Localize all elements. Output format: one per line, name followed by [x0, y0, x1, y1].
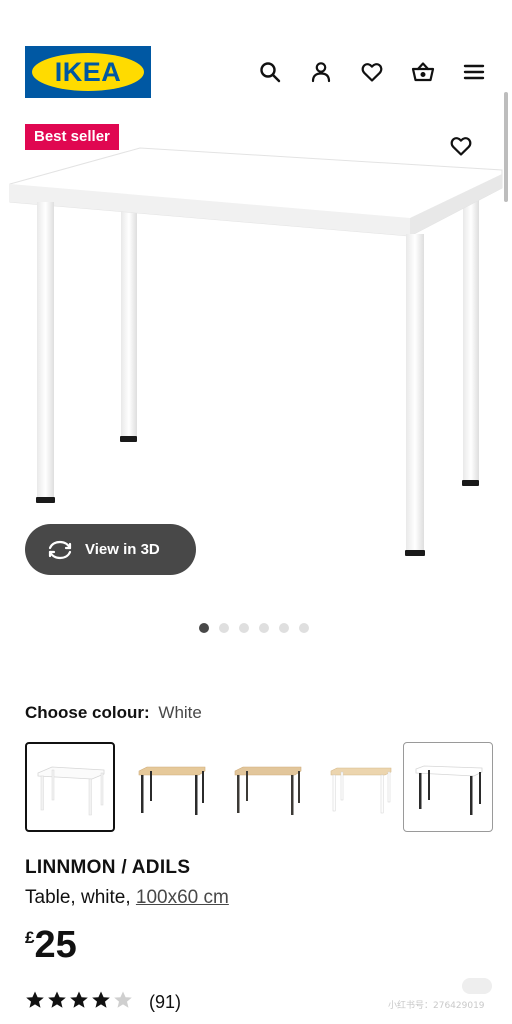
product-desc-text: Table, white, — [25, 887, 131, 908]
choose-colour-label: Choose colour: — [25, 703, 150, 722]
carousel-dot[interactable] — [279, 623, 289, 633]
view-in-3d-button[interactable]: View in 3D — [25, 524, 196, 575]
choose-colour-line: Choose colour: White — [25, 703, 202, 723]
product-name: LINNMON / ADILS — [25, 857, 191, 878]
search-icon[interactable] — [256, 58, 284, 86]
carousel-dots — [199, 623, 309, 633]
watermark-bubble — [462, 978, 492, 994]
product-description: Table, white, 100x60 cm — [25, 887, 229, 909]
header: IKEA — [0, 0, 512, 110]
price-value: 25 — [34, 924, 77, 966]
view-in-3d-label: View in 3D — [85, 541, 160, 558]
swatch-white-white[interactable] — [25, 742, 115, 832]
carousel-dot[interactable] — [259, 623, 269, 633]
rating-stars — [25, 990, 137, 1015]
rating-count: (91) — [149, 992, 182, 1012]
carousel-dot[interactable] — [239, 623, 249, 633]
favourite-heart-icon[interactable] — [447, 132, 475, 160]
price-currency: £ — [25, 928, 35, 947]
swatch-oak-black[interactable] — [126, 742, 216, 832]
best-seller-badge: Best seller — [25, 124, 119, 150]
swatch-white-black[interactable] — [403, 742, 493, 832]
star-rating-icon — [26, 991, 132, 1008]
product-size-link[interactable]: 100x60 cm — [136, 887, 229, 908]
logo-oval: IKEA — [32, 53, 144, 91]
colour-swatches — [25, 742, 512, 832]
rating[interactable]: (91) — [25, 990, 181, 1015]
carousel-dot[interactable] — [299, 623, 309, 633]
carousel-dot[interactable] — [219, 623, 229, 633]
menu-icon[interactable] — [460, 58, 488, 86]
basket-icon[interactable] — [409, 58, 437, 86]
logo-text: IKEA — [54, 56, 122, 87]
swatch-oak-dark[interactable] — [222, 742, 312, 832]
product-image-table — [9, 147, 503, 556]
account-icon[interactable] — [307, 58, 335, 86]
swatch-oak-white[interactable] — [316, 742, 406, 832]
watermark: 小红书号：276429019 — [388, 1001, 485, 1011]
ikea-logo[interactable]: IKEA — [25, 46, 151, 98]
heart-icon[interactable] — [358, 58, 386, 86]
price: £ 25 — [25, 924, 77, 966]
rotate-3d-icon — [48, 540, 72, 559]
carousel-dot[interactable] — [199, 623, 209, 633]
choose-colour-value: White — [158, 703, 202, 722]
